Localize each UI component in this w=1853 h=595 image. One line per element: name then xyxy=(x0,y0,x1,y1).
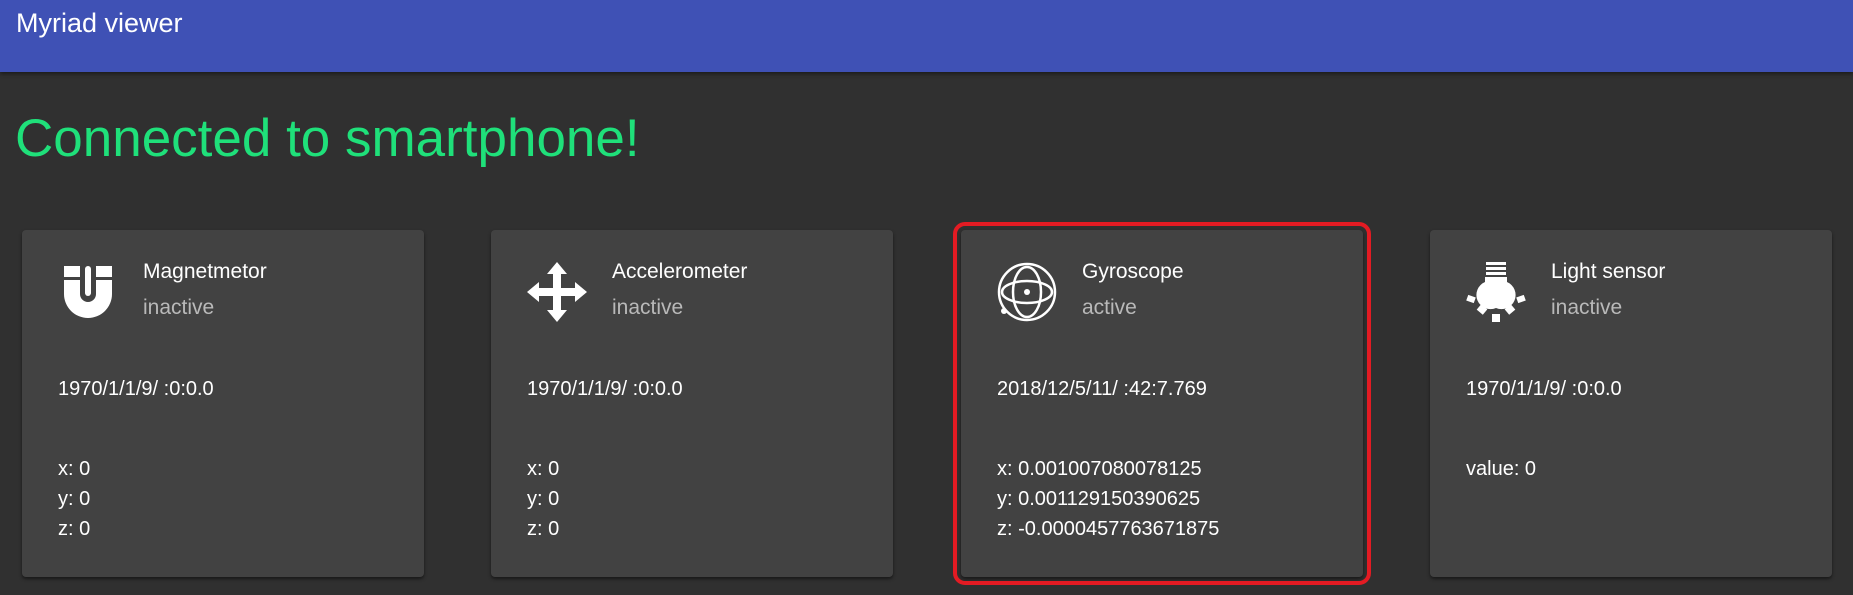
value-y: y: 0.001129150390625 xyxy=(997,488,1201,510)
card-timestamp: 1970/1/1/9/ :0:0.0 xyxy=(527,378,683,400)
value-y: y: 0 xyxy=(527,488,560,510)
value-z: z: -0.0000457763671875 xyxy=(997,518,1220,540)
move-arrows-icon xyxy=(525,260,589,324)
magnetometer-card[interactable]: Magnetmetor inactive 1970/1/1/9/ :0:0.0 … xyxy=(22,230,424,577)
value-x: x: 0 xyxy=(527,458,560,480)
app-bar: Myriad viewer xyxy=(0,0,1853,72)
value-x: x: 0.001007080078125 xyxy=(997,458,1202,480)
card-status: inactive xyxy=(1551,296,1623,319)
card-title: Magnetmetor xyxy=(143,260,267,283)
card-timestamp: 1970/1/1/9/ :0:0.0 xyxy=(1466,378,1622,400)
value-x: x: 0 xyxy=(58,458,91,480)
gyroscope-icon xyxy=(995,260,1059,324)
card-timestamp: 2018/12/5/11/ :42:7.769 xyxy=(997,378,1207,400)
value-y: y: 0 xyxy=(58,488,91,510)
light-bulb-icon xyxy=(1464,260,1528,324)
value-z: z: 0 xyxy=(527,518,560,540)
magnet-icon xyxy=(56,260,120,324)
card-values: x: 0 y: 0 z: 0 xyxy=(527,454,559,544)
value-z: z: 0 xyxy=(58,518,91,540)
card-values: x: 0 y: 0 z: 0 xyxy=(58,454,90,544)
card-values: x: 0.001007080078125 y: 0.00112915039062… xyxy=(997,454,1219,544)
card-timestamp: 1970/1/1/9/ :0:0.0 xyxy=(58,378,214,400)
card-title: Light sensor xyxy=(1551,260,1666,283)
card-title: Gyroscope xyxy=(1082,260,1184,283)
gyroscope-card[interactable]: Gyroscope active 2018/12/5/11/ :42:7.769… xyxy=(953,222,1371,585)
card-title: Accelerometer xyxy=(612,260,748,283)
card-status: inactive xyxy=(143,296,215,319)
card-status: inactive xyxy=(612,296,684,319)
app-title: Myriad viewer xyxy=(16,8,183,38)
card-status: active xyxy=(1082,296,1137,319)
value-reading: value: 0 xyxy=(1466,458,1537,480)
light-sensor-card[interactable]: Light sensor inactive 1970/1/1/9/ :0:0.0… xyxy=(1430,230,1832,577)
card-values: value: 0 xyxy=(1466,454,1536,484)
accelerometer-card[interactable]: Accelerometer inactive 1970/1/1/9/ :0:0.… xyxy=(491,230,893,577)
connection-status: Connected to smartphone! xyxy=(15,109,640,168)
